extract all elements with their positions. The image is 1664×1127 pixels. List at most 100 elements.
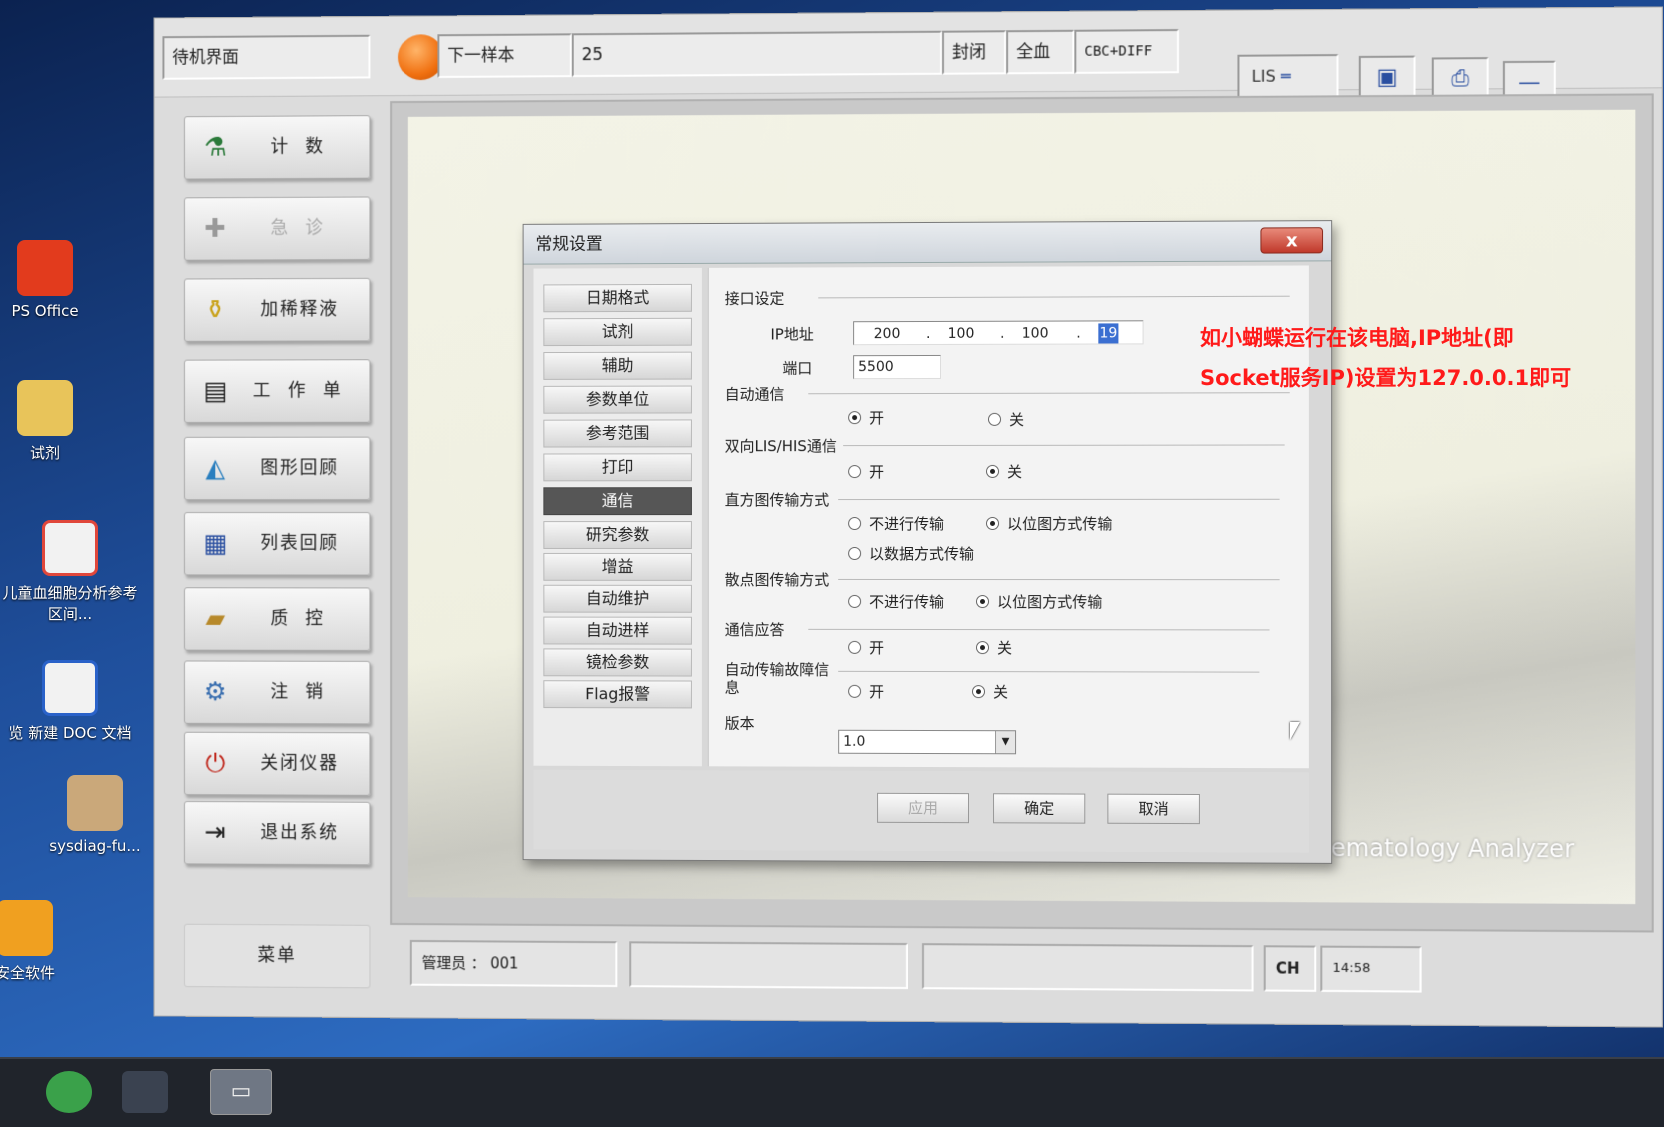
status-field-1 (629, 941, 908, 989)
auto-comm-off-radio[interactable]: 关 (988, 409, 1024, 430)
menu-qc-button[interactable]: ▰ 质 控 (184, 587, 370, 651)
next-sample-value[interactable]: 25 (572, 31, 942, 77)
graph-review-icon: ◭ (199, 452, 232, 486)
nav-gain[interactable]: 增益 (543, 553, 692, 581)
general-settings-dialog: 常规设置 x 日期格式 试剂 辅助 参数单位 参考范围 打印 通信 研究参数 增… (523, 220, 1333, 864)
menu-label: 列表回顾 (240, 513, 360, 575)
port-input[interactable]: 5500 (853, 355, 941, 379)
ip-address-input[interactable]: 200 . 100 . 100 . 19 (853, 320, 1143, 345)
radio-label: 以位图方式传输 (1007, 515, 1112, 533)
start-button[interactable] (46, 1071, 92, 1113)
ip-octet-3[interactable]: 100 (1012, 324, 1058, 344)
scatter-none-radio[interactable]: 不进行传输 (848, 591, 944, 612)
menu-diluent-button[interactable]: ⚱ 加稀释液 (184, 278, 370, 342)
taskbar-file-icon[interactable] (122, 1071, 168, 1113)
nav-microscopy-params[interactable]: 镜检参数 (543, 648, 692, 676)
ok-button[interactable]: 确定 (993, 793, 1085, 823)
language-indicator[interactable]: CH (1264, 945, 1317, 992)
lis-label: LIS (1252, 67, 1276, 86)
menu-emergency-button[interactable]: ✚ 急 诊 (184, 196, 370, 260)
ip-label: IP地址 (770, 323, 813, 344)
dialog-titlebar: 常规设置 (524, 221, 1332, 265)
radio-dot (848, 641, 861, 654)
nav-print[interactable]: 打印 (543, 453, 692, 481)
menu-count-button[interactable]: ⚗ 计 数 (184, 115, 370, 179)
mode-closed[interactable]: 封闭 (942, 30, 1006, 74)
radio-dot (848, 465, 861, 478)
menu-shutdown-button[interactable]: ⏻ 关闭仪器 (184, 732, 370, 796)
bidir-title: 双向LIS/HIS通信 (725, 435, 837, 456)
comm-ack-off-radio[interactable]: 关 (976, 637, 1012, 658)
histogram-bitmap-radio[interactable]: 以位图方式传输 (986, 513, 1112, 534)
bidir-on-radio[interactable]: 开 (848, 461, 884, 482)
menu-label: 工 作 单 (240, 360, 360, 422)
menu-label: 计 数 (240, 116, 360, 178)
taskbar-analyzer-app[interactable]: ▭ (210, 1069, 272, 1115)
menu-worksheet-button[interactable]: ▤ 工 作 单 (184, 359, 370, 423)
wps-office-icon[interactable]: PS Office (0, 240, 110, 320)
mode-test[interactable]: CBC+DIFF (1074, 29, 1179, 74)
menu-main-button[interactable]: 菜单 (184, 924, 370, 989)
close-icon[interactable]: x (1260, 227, 1323, 253)
nav-communication[interactable]: 通信 (543, 487, 692, 515)
menu-label: 加稀释液 (240, 279, 360, 341)
menu-label: 退出系统 (240, 802, 360, 864)
folder-icon (17, 380, 73, 436)
radio-dot (972, 685, 985, 698)
auto-fault-on-radio[interactable]: 开 (848, 681, 884, 702)
dialog-title: 常规设置 (535, 234, 602, 254)
menu-label: 注 销 (240, 662, 360, 724)
radio-label: 关 (1007, 463, 1022, 481)
security-software-icon[interactable]: 安全软件 (0, 900, 90, 983)
radio-dot (848, 517, 861, 530)
menu-graph-review-button[interactable]: ◭ 图形回顾 (184, 437, 370, 501)
auto-fault-title: 自动传输故障信息 (725, 661, 834, 697)
nav-research-params[interactable]: 研究参数 (543, 521, 692, 549)
ip-octet-4[interactable]: 19 (1098, 323, 1118, 343)
cancel-button[interactable]: 取消 (1107, 794, 1200, 824)
auto-fault-off-radio[interactable]: 关 (972, 681, 1008, 702)
comm-ack-on-radio[interactable]: 开 (848, 637, 884, 658)
nav-param-units[interactable]: 参数单位 (543, 386, 692, 414)
divider (838, 671, 1259, 673)
shutdown-icon: ⏻ (199, 747, 232, 781)
nav-autoloader[interactable]: 自动进样 (543, 617, 692, 645)
nav-auto-maintenance[interactable]: 自动维护 (543, 585, 692, 613)
ip-octet-1[interactable]: 200 (864, 324, 910, 344)
nav-reference-range[interactable]: 参考范围 (543, 419, 692, 447)
menu-exit-button[interactable]: ⇥ 退出系统 (184, 801, 370, 865)
reagent-folder-icon[interactable]: 试剂 (0, 380, 110, 463)
doc-file-icon[interactable]: 览 新建 DOC 文档 (0, 660, 140, 743)
ip-octet-2[interactable]: 100 (938, 324, 984, 344)
apply-button[interactable]: 应用 (877, 793, 969, 823)
radio-dot (848, 685, 861, 698)
menu-logout-button[interactable]: ⚙ 注 销 (184, 660, 370, 724)
nav-auxiliary[interactable]: 辅助 (543, 352, 692, 380)
radio-dot (988, 413, 1001, 426)
auto-comm-on-radio[interactable]: 开 (848, 407, 884, 428)
doc-icon (42, 660, 98, 716)
nav-flag-alarm[interactable]: Flag报警 (543, 680, 692, 708)
next-sample-label: 下一样本 (437, 33, 571, 78)
menu-label: 菜单 (195, 925, 360, 988)
pdf-icon (42, 520, 98, 576)
mode-whole-blood[interactable]: 全血 (1006, 30, 1074, 75)
divider (818, 296, 1289, 299)
sysdiag-file-icon[interactable]: sysdiag-fu... (30, 775, 160, 855)
chevron-down-icon[interactable]: ▼ (995, 731, 1015, 753)
nav-reagent[interactable]: 试剂 (543, 318, 692, 346)
network-icon[interactable]: ▣ (1359, 56, 1416, 101)
divider (843, 444, 1285, 446)
bidir-off-radio[interactable]: 关 (986, 461, 1022, 482)
menu-list-review-button[interactable]: ▦ 列表回顾 (184, 512, 370, 576)
left-menu: ⚗ 计 数 ✚ 急 诊 ⚱ 加稀释液 ▤ 工 作 单 ◭ 图形回顾 ▦ 列表回顾 ▰ 质 控 … (164, 101, 385, 1004)
nav-date-format[interactable]: 日期格式 (543, 284, 692, 312)
scatter-bitmap-radio[interactable]: 以位图方式传输 (976, 591, 1102, 612)
bottom-status-bar: 管理员 ： 001 CH 14:58 (410, 930, 1654, 1008)
histogram-none-radio[interactable]: 不进行传输 (848, 513, 944, 534)
pdf-file-icon[interactable]: 儿童血细胞分析参考区间... (0, 520, 140, 624)
lis-status[interactable]: LIS ═ (1237, 54, 1338, 99)
radio-label: 开 (869, 639, 884, 657)
version-select[interactable]: 1.0 ▼ (838, 730, 1016, 755)
histogram-data-radio[interactable]: 以数据方式传输 (848, 543, 974, 564)
